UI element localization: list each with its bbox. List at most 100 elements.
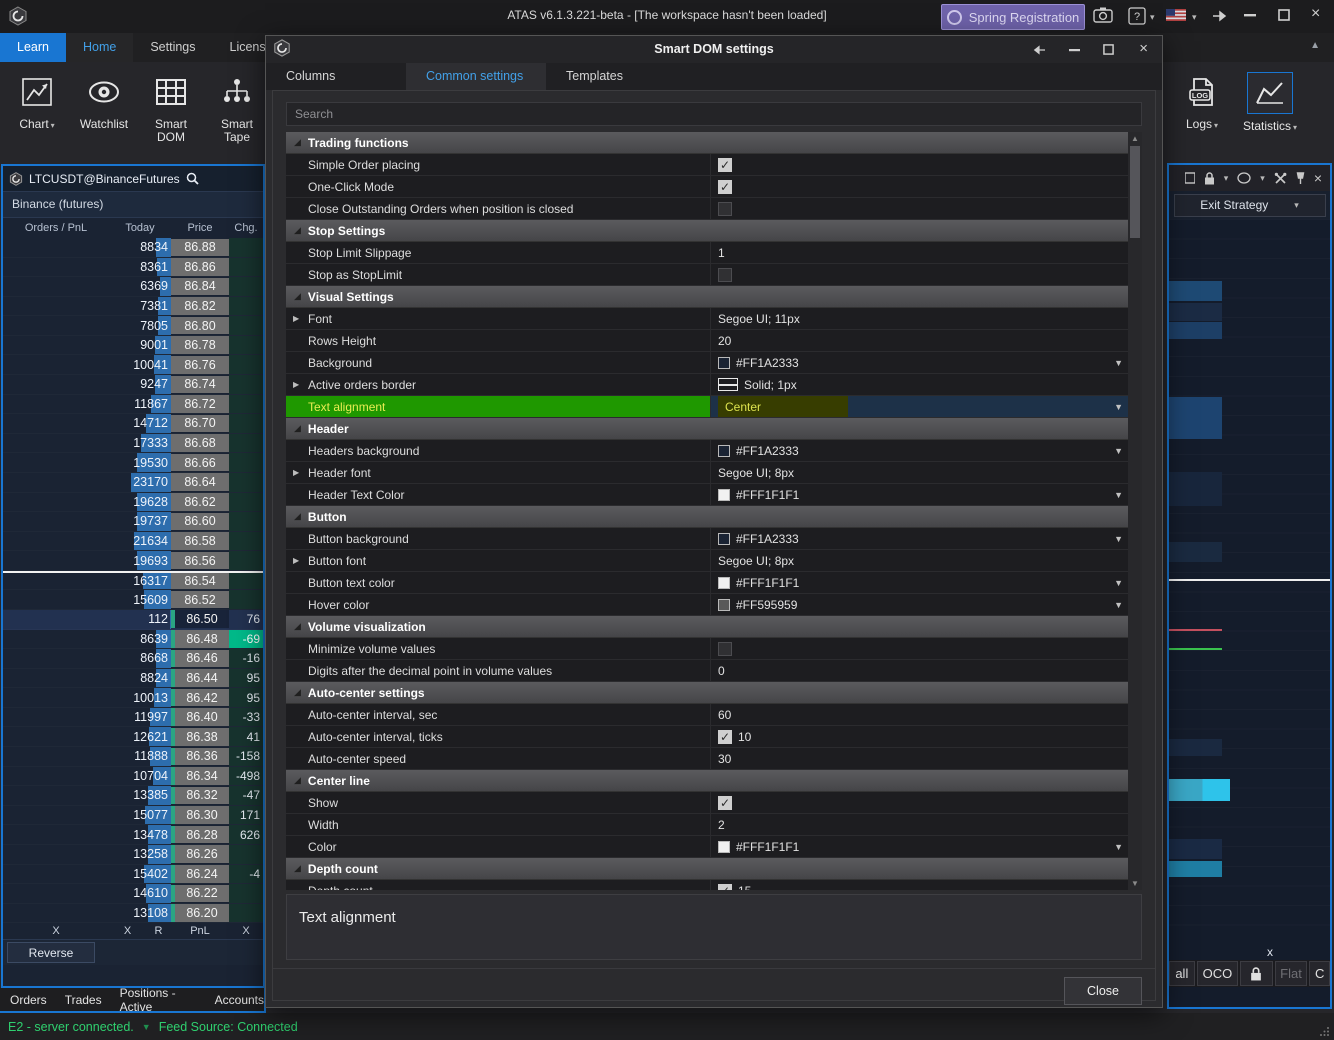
- dom-change-cell[interactable]: [229, 434, 263, 453]
- dom-orders-cell[interactable]: [3, 767, 109, 786]
- dropdown-icon[interactable]: ▼: [1114, 446, 1123, 456]
- panel-button-oco[interactable]: OCO: [1197, 961, 1238, 986]
- dom-price-cell[interactable]: 86.36: [171, 747, 229, 766]
- settings-row-button-font[interactable]: ▶Button fontSegoe UI; 8px: [286, 550, 1128, 572]
- dom-change-cell[interactable]: -4: [229, 865, 263, 884]
- screenshot-camera-icon[interactable]: [1093, 7, 1113, 23]
- dom-today-cell[interactable]: 19530: [109, 453, 171, 472]
- dom-today-cell[interactable]: 13385: [109, 786, 171, 805]
- dom-row-86.74[interactable]: 924786.74: [3, 375, 263, 395]
- panel-button-all[interactable]: all: [1169, 961, 1195, 986]
- dom-orders-cell[interactable]: [3, 453, 109, 472]
- bottom-tab-orders[interactable]: Orders: [10, 993, 47, 1007]
- dom-row-86.38[interactable]: 1262186.3841: [3, 727, 263, 747]
- setting-value-cell[interactable]: [711, 638, 1128, 659]
- dom-change-cell[interactable]: [229, 845, 263, 864]
- dom-row-86.72[interactable]: 1186786.72: [3, 395, 263, 415]
- close-button[interactable]: Close: [1064, 977, 1142, 1005]
- expand-icon[interactable]: ▶: [293, 468, 299, 477]
- ellipse-dropdown-icon[interactable]: ▾: [1260, 173, 1265, 184]
- settings-row-close-outstanding-orders-when-position-is-closed[interactable]: Close Outstanding Orders when position i…: [286, 198, 1128, 220]
- dom-row-86.80[interactable]: 780586.80: [3, 316, 263, 336]
- settings-row-active-orders-border[interactable]: ▶Active orders borderSolid; 1px: [286, 374, 1128, 396]
- dom-orders-cell[interactable]: [3, 590, 109, 609]
- dom-today-cell[interactable]: 15609: [109, 590, 171, 609]
- dom-footer-x-1[interactable]: X: [109, 925, 146, 937]
- dom-change-cell[interactable]: 626: [229, 825, 263, 844]
- dom-change-cell[interactable]: [229, 532, 263, 551]
- exit-strategy-dropdown[interactable]: Exit Strategy ▾: [1174, 194, 1326, 217]
- settings-row-auto-center-speed[interactable]: Auto-center speed30: [286, 748, 1128, 770]
- setting-value-cell[interactable]: 0: [711, 660, 1128, 681]
- dom-today-cell[interactable]: 8639: [109, 630, 171, 649]
- panel-button-flat[interactable]: Flat: [1275, 961, 1308, 986]
- dom-row-86.64[interactable]: 2317086.64: [3, 473, 263, 493]
- dom-change-cell[interactable]: 95: [229, 669, 263, 688]
- setting-value-cell[interactable]: Segoe UI; 11px: [711, 308, 1128, 329]
- expand-icon[interactable]: ▶: [293, 556, 299, 565]
- lock-icon[interactable]: [1204, 172, 1215, 185]
- help-icon[interactable]: ?: [1128, 7, 1146, 25]
- dialog-tab-columns[interactable]: Columns: [266, 63, 406, 90]
- settings-row-minimize-volume-values[interactable]: Minimize volume values: [286, 638, 1128, 660]
- checkbox[interactable]: [718, 202, 732, 216]
- settings-row-button-background[interactable]: Button background#FF1A2333▼: [286, 528, 1128, 550]
- setting-value-cell[interactable]: #FF1A2333▼: [711, 528, 1128, 549]
- scrollbar-thumb[interactable]: [1130, 146, 1140, 238]
- settings-search-input[interactable]: [286, 102, 1142, 126]
- dom-today-cell[interactable]: 19693: [109, 551, 171, 570]
- ribbon-collapse-icon[interactable]: ▲: [1310, 40, 1320, 51]
- dom-row-86.86[interactable]: 836186.86: [3, 258, 263, 278]
- dom-price-cell[interactable]: 86.40: [171, 708, 229, 727]
- dropdown-icon[interactable]: ▼: [1114, 842, 1123, 852]
- dom-orders-cell[interactable]: [3, 747, 109, 766]
- dom-change-cell[interactable]: [229, 904, 263, 923]
- settings-row-rows-height[interactable]: Rows Height20: [286, 330, 1128, 352]
- dom-row-86.24[interactable]: 1540286.24-4: [3, 865, 263, 885]
- dom-orders-cell[interactable]: [3, 688, 109, 707]
- dom-orders-cell[interactable]: [3, 258, 109, 277]
- setting-value-cell[interactable]: ✓15: [711, 880, 1128, 890]
- dom-row-86.52[interactable]: 1560986.52: [3, 590, 263, 610]
- ellipse-icon[interactable]: [1237, 172, 1251, 184]
- dom-price-cell[interactable]: 86.24: [171, 865, 229, 884]
- dom-orders-cell[interactable]: [3, 551, 109, 570]
- dom-orders-cell[interactable]: [3, 473, 109, 492]
- dropdown-icon[interactable]: ▼: [1114, 578, 1123, 588]
- dom-today-cell[interactable]: 19737: [109, 512, 171, 531]
- close-icon[interactable]: ×: [1314, 170, 1322, 186]
- setting-value-cell[interactable]: Solid; 1px: [711, 374, 1128, 395]
- dom-change-cell[interactable]: [229, 414, 263, 433]
- setting-value-cell[interactable]: #FF1A2333▼: [711, 352, 1128, 373]
- dom-price-cell[interactable]: 86.20: [171, 904, 229, 923]
- dom-change-cell[interactable]: [229, 512, 263, 531]
- ribbon-tab-home[interactable]: Home: [66, 33, 133, 62]
- checkbox[interactable]: ✓: [718, 730, 732, 744]
- dom-price-cell[interactable]: 86.42: [171, 688, 229, 707]
- dialog-pin-icon[interactable]: [1032, 44, 1046, 56]
- dom-change-cell[interactable]: -69: [229, 630, 263, 649]
- dialog-titlebar[interactable]: Smart DOM settings ×: [266, 36, 1162, 63]
- setting-value-cell[interactable]: ✓: [711, 154, 1128, 175]
- dom-change-cell[interactable]: [229, 395, 263, 414]
- dom-orders-cell[interactable]: [3, 610, 109, 629]
- dropdown-icon[interactable]: ▼: [1114, 402, 1123, 412]
- settings-section-visual-settings[interactable]: ◢Visual Settings: [286, 286, 1128, 308]
- checkbox[interactable]: [718, 268, 732, 282]
- reverse-button[interactable]: Reverse: [7, 942, 95, 963]
- dom-price-cell[interactable]: 86.66: [171, 453, 229, 472]
- dom-row-86.82[interactable]: 738186.82: [3, 297, 263, 317]
- dom-change-cell[interactable]: [229, 316, 263, 335]
- pin-window-icon[interactable]: [1212, 9, 1228, 23]
- dom-row-86.60[interactable]: 1973786.60: [3, 512, 263, 532]
- dialog-tab-common-settings[interactable]: Common settings: [406, 63, 546, 90]
- lock-dropdown-icon[interactable]: ▾: [1224, 173, 1229, 184]
- dom-row-86.78[interactable]: 900186.78: [3, 336, 263, 356]
- dom-today-cell[interactable]: 9247: [109, 375, 171, 394]
- dom-orders-cell[interactable]: [3, 316, 109, 335]
- close-icon[interactable]: ×: [1311, 5, 1320, 23]
- dropdown-icon[interactable]: ▼: [1114, 534, 1123, 544]
- toolbar-button-smart-tape[interactable]: Smart Tape: [208, 72, 266, 144]
- dom-today-cell[interactable]: 16317: [109, 573, 171, 590]
- settings-section-depth-count[interactable]: ◢Depth count: [286, 858, 1128, 880]
